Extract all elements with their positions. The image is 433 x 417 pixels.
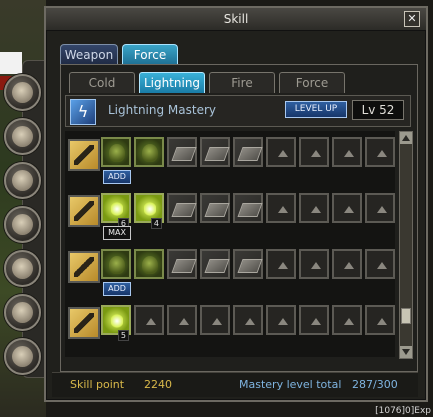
lightning-skill-icon[interactable] [68,195,100,227]
mastery-bar: ϟ Lightning Mastery LEVEL UP Lv 52 [65,95,411,127]
skill-grid: ADD 6 4 MAX ADD 5 [65,131,395,357]
skill-slot-locked[interactable] [266,249,296,279]
skill-slot-locked[interactable] [200,305,230,335]
skill-slot-locked[interactable] [167,305,197,335]
skill-book-slot[interactable] [167,249,197,279]
skill-book-slot[interactable] [200,193,230,223]
subtab-fire[interactable]: Fire [209,72,275,93]
skill-slot-locked[interactable] [134,305,164,335]
skill-book-slot[interactable] [167,137,197,167]
scroll-glyph [12,302,33,323]
subtab-force[interactable]: Force [279,72,345,93]
skill-slot-locked[interactable] [299,305,329,335]
skill-slot-locked[interactable] [299,249,329,279]
lightning-skill-icon[interactable] [68,307,100,339]
skill-slot[interactable]: 5 [101,305,131,341]
book-icon[interactable] [4,162,41,199]
skill-slot[interactable]: 6 [101,193,131,229]
handshake-icon[interactable] [4,250,41,287]
skill-point-label: Skill point [70,378,125,391]
portrait-glyph [12,82,33,103]
scroll-up-button[interactable] [400,132,412,144]
skill-row: 5 [65,303,395,347]
skill-point-value: 2240 [144,378,172,391]
shield-glyph [12,126,33,147]
skill-slot-locked[interactable] [233,305,263,335]
mastery-name: Lightning Mastery [108,103,217,117]
skill-row: 6 4 MAX [65,191,395,240]
lightning-icon: ϟ [70,99,96,125]
skill-slot[interactable] [134,137,164,167]
tools-icon[interactable] [4,338,41,375]
add-button[interactable]: ADD [103,282,131,296]
skill-slot-locked[interactable] [332,305,362,335]
skill-book-slot[interactable] [233,137,263,167]
tools-glyph [12,346,33,367]
skill-slot-locked[interactable] [365,249,395,279]
skill-slot-locked[interactable] [365,193,395,223]
tab-weapon[interactable]: Weapon [60,44,118,65]
lightning-skill-icon[interactable] [68,139,100,171]
lightning-skill-icon[interactable] [68,251,100,283]
skill-slot-locked[interactable] [332,249,362,279]
boot-icon[interactable] [4,206,41,243]
tab-force[interactable]: Force [122,44,178,65]
skill-panel: Cold Lightning Fire Force ϟ Lightning Ma… [60,64,418,372]
skill-book-slot[interactable] [167,193,197,223]
shield-icon[interactable] [4,118,41,155]
skill-window: Skill ✕ Weapon Force Cold Lightning Fire… [44,6,428,402]
skill-slot-locked[interactable] [299,137,329,167]
skill-book-slot[interactable] [233,193,263,223]
title-bar[interactable]: Skill ✕ [46,8,426,31]
skill-slot[interactable] [101,137,131,167]
add-button[interactable]: ADD [103,170,131,184]
scroll-icon[interactable] [4,294,41,331]
mastery-total-value: 287/300 [352,378,398,391]
skill-row: ADD [65,247,395,296]
subtab-lightning[interactable]: Lightning [139,72,205,93]
skill-slot[interactable]: 4 [134,193,164,229]
skill-count: 5 [117,330,129,341]
footer: Skill point 2240 Mastery level total 287… [52,372,418,397]
exp-watermark: [1076]0]Exp [375,406,431,416]
skill-slot-locked[interactable] [365,137,395,167]
skill-slot-locked[interactable] [332,193,362,223]
window-title: Skill [223,12,249,26]
mastery-total-label: Mastery level total [239,378,342,391]
portrait-icon[interactable] [4,74,41,111]
world-object [0,52,22,74]
skill-slot[interactable] [134,249,164,279]
close-button[interactable]: ✕ [404,11,420,27]
scroll-thumb[interactable] [401,308,411,324]
skill-slot-locked[interactable] [266,193,296,223]
skill-slot-locked[interactable] [299,193,329,223]
level-up-button[interactable]: LEVEL UP [285,101,347,118]
skill-book-slot[interactable] [200,249,230,279]
scroll-down-button[interactable] [400,346,412,358]
mastery-level: Lv 52 [352,100,404,120]
max-button[interactable]: MAX [103,226,131,240]
skill-slot-locked[interactable] [332,137,362,167]
book-glyph [12,170,33,191]
subtab-cold[interactable]: Cold [69,72,135,93]
skill-slot-locked[interactable] [266,137,296,167]
skill-slot[interactable] [101,249,131,279]
skill-slot-locked[interactable] [266,305,296,335]
boot-glyph [12,214,33,235]
skill-count: 4 [150,218,162,229]
skill-row: ADD [65,135,395,184]
skill-book-slot[interactable] [200,137,230,167]
skill-book-slot[interactable] [233,249,263,279]
scrollbar[interactable] [399,131,413,359]
handshake-glyph [12,258,33,279]
skill-slot-locked[interactable] [365,305,395,335]
